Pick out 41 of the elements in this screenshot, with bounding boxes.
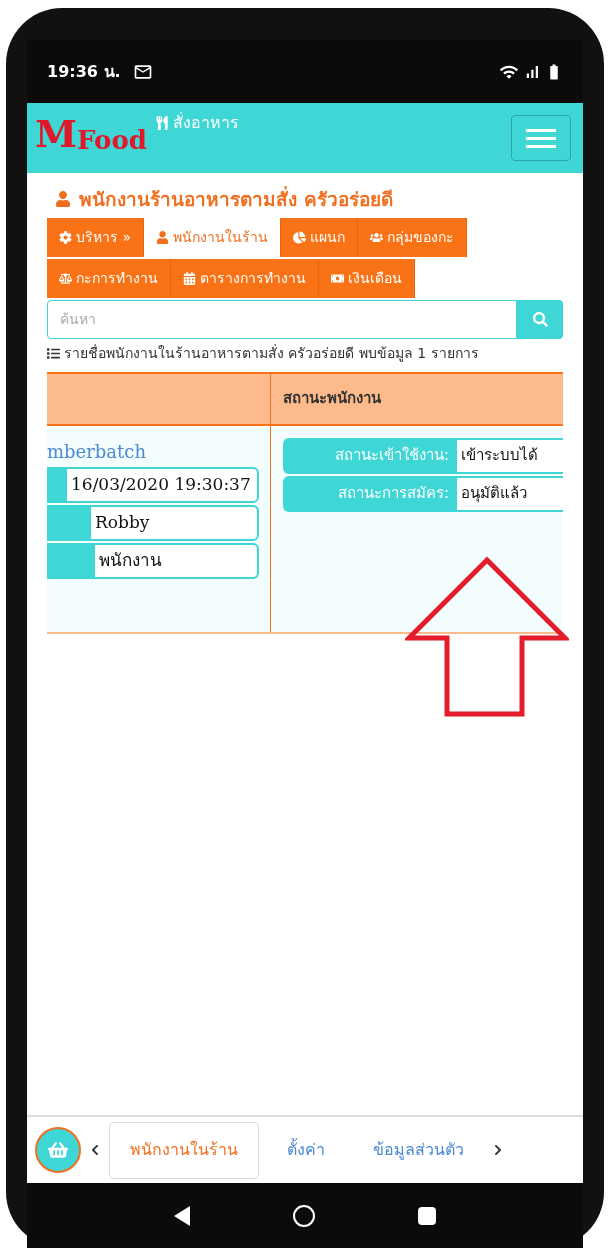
menu-tab[interactable]: เงินเดือน: [319, 258, 415, 298]
bottom-tab[interactable]: ข้อมูลส่วนตัว: [353, 1121, 484, 1179]
menu-tab[interactable]: บริหาร »: [47, 217, 144, 257]
menu-tab[interactable]: แผนก: [281, 217, 358, 257]
scale-icon: [59, 271, 72, 285]
field-value: Robby: [89, 504, 259, 541]
field-value: 16/03/2020 19:30:37: [65, 466, 259, 503]
calendar-icon: [183, 271, 196, 285]
status-field: สถานะการสมัคร: อนุมัติแล้ว: [283, 475, 563, 512]
field-value: พนักงาน: [93, 542, 259, 579]
chevron-right-icon[interactable]: [492, 1144, 504, 1156]
menu-tab[interactable]: กลุ่มของกะ: [358, 217, 467, 257]
pie-chart-icon: [293, 230, 306, 244]
employee-name-link[interactable]: mberbatch: [47, 437, 270, 465]
users-icon: [370, 230, 383, 244]
status-field: สถานะเข้าใช้งาน: เข้าระบบได้: [283, 437, 563, 474]
chevron-left-icon[interactable]: [89, 1144, 101, 1156]
search-field[interactable]: ค้นหา: [47, 299, 517, 339]
mfood-logo: MFood: [35, 115, 147, 153]
menu-tab[interactable]: ตารางการทำงาน: [171, 258, 319, 298]
search-icon: [532, 311, 548, 327]
home-icon[interactable]: [293, 1204, 315, 1227]
status-time: 19:36 น.: [47, 60, 121, 83]
field-label-stub: [47, 542, 93, 579]
user-icon: [55, 191, 71, 208]
column-header: สถานะพนักงาน: [283, 388, 381, 410]
menu-tab[interactable]: กะการทำงาน: [47, 258, 171, 298]
list-icon: [47, 346, 60, 360]
basket-icon: [48, 1140, 68, 1160]
utensils-icon: [155, 116, 169, 130]
bottom-tab[interactable]: พนักงานในร้าน: [109, 1121, 259, 1179]
back-icon[interactable]: [174, 1205, 191, 1226]
order-food-link[interactable]: สั่งอาหาร: [155, 111, 239, 135]
summary-text: รายชื่อพนักงานในร้านอาหารตามสั่ง ครัวอร่อยดี พบข้อมูล 1 รายการ: [64, 343, 479, 364]
overview-icon[interactable]: [417, 1206, 436, 1225]
page-title: พนักงานร้านอาหารตามสั่ง ครัวอร่อยดี: [79, 185, 393, 212]
basket-button[interactable]: [35, 1127, 81, 1173]
gear-icon: [59, 230, 72, 244]
menu-button[interactable]: [511, 115, 571, 161]
user-icon: [156, 230, 169, 244]
bottom-tab[interactable]: ตั้งค่า: [267, 1121, 345, 1179]
